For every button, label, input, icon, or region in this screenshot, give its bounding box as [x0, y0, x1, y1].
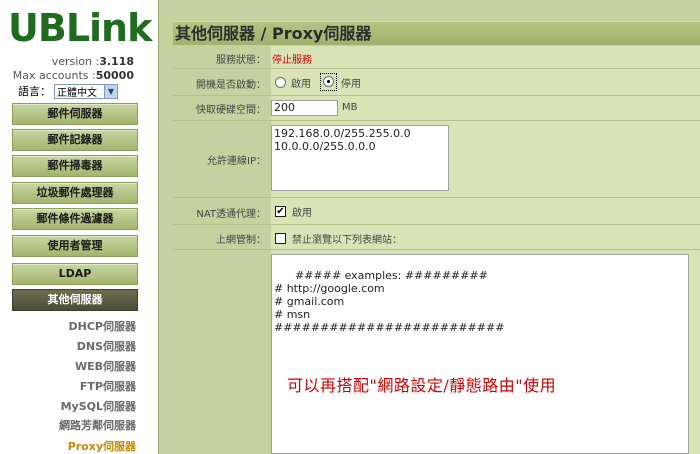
chevron-down-icon: ▼ [104, 84, 117, 98]
boot-start-options: 啟用 停用 [275, 73, 361, 91]
annotation-note: 可以再搭配"網路設定/靜態路由"使用 [287, 376, 557, 395]
submenu-mysql-server[interactable]: MySQL伺服器 [61, 398, 136, 414]
disable-radio-label: 停用 [341, 78, 361, 90]
block-sites-checkbox[interactable] [275, 233, 286, 244]
web-control-row: 上網管制： 禁止瀏覽以下列表網站： [173, 225, 700, 249]
cache-size-label: 快取硬碟空間： [196, 105, 266, 116]
language-select[interactable]: 正體中文 ▼ [54, 83, 118, 99]
service-status-label: 服務狀態： [216, 55, 266, 66]
submenu-ftp-server[interactable]: FTP伺服器 [80, 378, 136, 394]
menu-spam-handler[interactable]: 垃圾郵件處理器 [12, 182, 138, 204]
row-background [271, 198, 700, 224]
service-status-value: 停止服務 [272, 55, 312, 66]
submenu-samba-server[interactable]: 網路芳鄰伺服器 [59, 417, 136, 433]
disable-radio[interactable] [323, 76, 334, 87]
blocklist-row: ##### examples: ######### # http://googl… [173, 250, 700, 454]
allowed-ip-label: 允許連線IP： [207, 156, 266, 167]
version-value: 3.118 [99, 55, 134, 68]
version-label: version : [51, 55, 100, 68]
allowed-ip-textarea[interactable]: 192.168.0.0/255.255.0.0 10.0.0.0/255.0.0… [271, 125, 449, 191]
sidebar: UBLink version :3.118 Max accounts :5000… [0, 0, 152, 454]
page-title: 其他伺服器 / Proxy伺服器 [173, 21, 700, 45]
brand-logo: UBLink [8, 6, 152, 50]
menu-mail-logger[interactable]: 郵件記錄器 [12, 129, 138, 151]
allowed-ip-row: 允許連線IP： 192.168.0.0/255.255.0.0 10.0.0.0… [173, 121, 700, 197]
boot-start-label: 開機是否啟動： [196, 80, 266, 91]
cache-size-row: 快取硬碟空間： 200 MB [173, 96, 700, 120]
main-panel: 其他伺服器 / Proxy伺服器 服務狀態： 停止服務 開機是否啟動： 啟用 停… [158, 0, 700, 454]
nat-row: NAT透通代理： ✔ 啟用 [173, 198, 700, 224]
nat-label: NAT透通代理： [196, 209, 266, 220]
menu-mail-antivirus[interactable]: 郵件掃毒器 [12, 155, 138, 177]
boot-start-row: 開機是否啟動： 啟用 停用 [173, 69, 700, 95]
menu-mail-filter[interactable]: 郵件條件過濾器 [12, 208, 138, 230]
block-sites-label: 禁止瀏覽以下列表網站： [292, 235, 402, 246]
blocklist-content: ##### examples: ######### # http://googl… [274, 269, 505, 334]
menu-ldap[interactable]: LDAP [12, 263, 138, 285]
disable-radio-focus [320, 73, 337, 91]
max-accounts-info: Max accounts :50000 [13, 69, 134, 82]
language-selected: 正體中文 [57, 87, 97, 99]
cache-size-unit: MB [342, 102, 358, 113]
enable-radio[interactable] [275, 76, 286, 88]
row-background [271, 46, 700, 68]
service-status-row: 服務狀態： 停止服務 [173, 46, 700, 68]
language-label: 語言： [18, 85, 51, 98]
version-info: version :3.118 [52, 55, 134, 68]
menu-mail-server[interactable]: 郵件伺服器 [12, 103, 138, 125]
nat-option: ✔ 啟用 [275, 204, 312, 219]
max-accounts-label: Max accounts : [12, 69, 96, 82]
max-accounts-value: 50000 [95, 69, 134, 82]
nat-checkbox-label: 啟用 [292, 208, 312, 219]
menu-other-servers[interactable]: 其他伺服器 [12, 289, 138, 311]
web-control-option: 禁止瀏覽以下列表網站： [275, 231, 402, 246]
submenu-proxy-server[interactable]: Proxy伺服器 [68, 438, 136, 454]
blocklist-textarea[interactable]: ##### examples: ######### # http://googl… [271, 254, 689, 454]
submenu-web-server[interactable]: WEB伺服器 [75, 358, 136, 374]
enable-radio-label: 啟用 [291, 78, 311, 90]
submenu-dhcp-server[interactable]: DHCP伺服器 [69, 318, 136, 334]
cache-size-input[interactable]: 200 [271, 100, 338, 116]
web-control-label: 上網管制： [216, 235, 266, 246]
language-row: 語言： 正體中文 ▼ [18, 83, 118, 99]
nat-checkbox[interactable]: ✔ [275, 206, 286, 217]
submenu-dns-server[interactable]: DNS伺服器 [77, 338, 136, 354]
menu-user-management[interactable]: 使用者管理 [12, 235, 138, 257]
